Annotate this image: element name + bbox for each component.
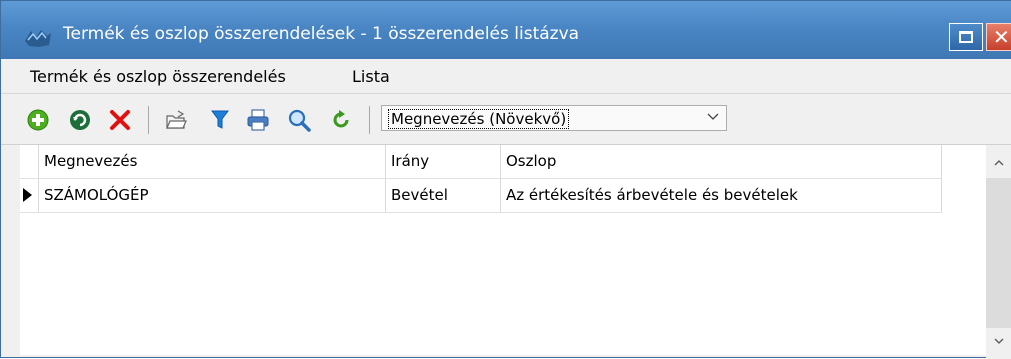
cell-oszlop[interactable]: Az értékesítés árbevétele és bevételek: [501, 179, 942, 212]
close-icon: ✕: [993, 25, 1010, 49]
grid-header: Megnevezés Irány Oszlop: [20, 145, 942, 179]
maximize-icon: [959, 31, 973, 43]
menu-item-termek-oszlop[interactable]: Termék és oszlop összerendelés: [30, 67, 286, 86]
vertical-scrollbar[interactable]: [986, 145, 1011, 359]
menu-item-lista[interactable]: Lista: [352, 67, 390, 86]
refresh-icon[interactable]: [68, 108, 92, 132]
filter-icon[interactable]: [208, 108, 232, 132]
scrollbar-track[interactable]: [986, 178, 1011, 328]
search-icon[interactable]: [287, 108, 311, 132]
current-row-icon: [23, 188, 32, 202]
sort-dropdown[interactable]: Megnevezés (Növekvő): [381, 105, 727, 131]
window: Termék és oszlop összerendelések - 1 öss…: [0, 0, 1011, 359]
chevron-down-icon[interactable]: [993, 335, 1005, 347]
column-header-megnevezes[interactable]: Megnevezés: [39, 145, 386, 178]
print-icon[interactable]: [246, 108, 270, 132]
toolbar: Megnevezés (Növekvő): [1, 94, 1011, 145]
data-grid: Megnevezés Irány Oszlop SZÁMOLÓGÉP Bevét…: [20, 145, 986, 355]
title-bar[interactable]: Termék és oszlop összerendelések - 1 öss…: [1, 1, 1011, 59]
chevron-down-icon: [707, 113, 719, 120]
toolbar-separator: [148, 106, 149, 134]
table-row[interactable]: SZÁMOLÓGÉP Bevétel Az értékesítés árbevé…: [20, 179, 942, 213]
close-button[interactable]: ✕: [986, 23, 1011, 51]
sort-value: Megnevezés (Növekvő): [388, 109, 570, 129]
reload-icon[interactable]: [329, 108, 353, 132]
add-icon[interactable]: [26, 108, 50, 132]
menu-bar: Termék és oszlop összerendelés Lista: [1, 59, 1011, 94]
app-icon: [25, 30, 51, 47]
delete-icon[interactable]: [108, 108, 132, 132]
cell-irany[interactable]: Bevétel: [386, 179, 501, 212]
toolbar-separator: [369, 106, 370, 134]
row-header-corner: [20, 145, 39, 178]
column-header-oszlop[interactable]: Oszlop: [501, 145, 942, 178]
maximize-button[interactable]: [949, 23, 983, 51]
window-title: Termék és oszlop összerendelések - 1 öss…: [63, 24, 580, 44]
open-icon[interactable]: [164, 108, 188, 132]
row-selector[interactable]: [20, 179, 39, 212]
cell-megnevezes[interactable]: SZÁMOLÓGÉP: [39, 179, 386, 212]
chevron-up-icon[interactable]: [993, 157, 1005, 169]
column-header-irany[interactable]: Irány: [386, 145, 501, 178]
